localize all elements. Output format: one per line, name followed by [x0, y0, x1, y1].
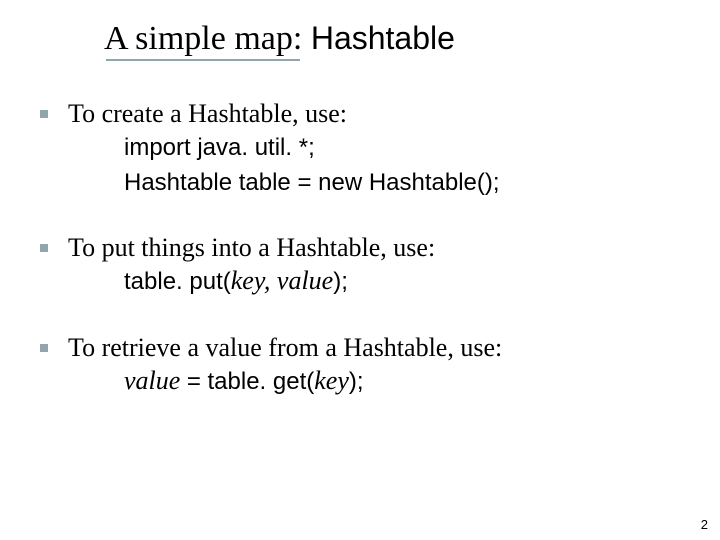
- slide: A simple map: Hashtable To create a Hash…: [0, 0, 720, 540]
- code-line: value = table. get(key);: [124, 365, 660, 398]
- title-part-2: Hashtable: [311, 20, 455, 56]
- title-part-1: A simple map:: [104, 20, 302, 57]
- page-number: 2: [701, 517, 708, 532]
- bullet-text: To put things into a Hashtable, use:: [68, 232, 435, 263]
- code-line: table. put(key, value);: [124, 265, 660, 298]
- slide-title: A simple map: Hashtable: [104, 20, 455, 58]
- square-bullet-icon: [40, 110, 48, 118]
- square-bullet-icon: [40, 344, 48, 352]
- slide-body: To create a Hashtable, use: import java.…: [40, 98, 660, 432]
- bullet-text: To create a Hashtable, use:: [68, 98, 347, 129]
- bullet-item: To put things into a Hashtable, use: tab…: [40, 232, 660, 298]
- bullet-item: To create a Hashtable, use: import java.…: [40, 98, 660, 198]
- square-bullet-icon: [40, 244, 48, 252]
- code-line: import java. util. *;: [124, 131, 660, 164]
- bullet-text: To retrieve a value from a Hashtable, us…: [68, 332, 502, 363]
- code-line: Hashtable table = new Hashtable();: [124, 166, 660, 199]
- bullet-item: To retrieve a value from a Hashtable, us…: [40, 332, 660, 398]
